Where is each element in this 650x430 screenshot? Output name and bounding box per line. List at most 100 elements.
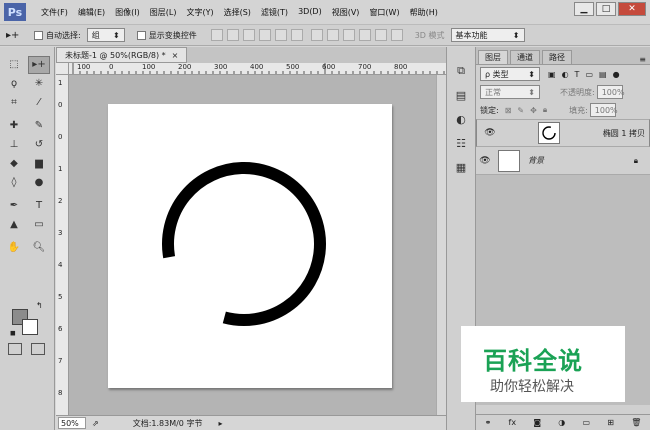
lock-pixels-icon[interactable]: ✎ [517, 106, 524, 115]
menu-view[interactable]: 视图(V) [327, 7, 365, 18]
zoom-field[interactable]: 50% [58, 417, 86, 429]
ruler-corner[interactable] [56, 63, 69, 75]
auto-select-checkbox[interactable] [34, 30, 43, 40]
type-tool-icon[interactable]: T [28, 197, 50, 215]
export-icon[interactable]: ⇗ [92, 419, 99, 428]
lock-position-icon[interactable]: ✥ [530, 106, 537, 115]
filter-shape-icon[interactable]: ▭ [585, 70, 593, 79]
menu-filter[interactable]: 滤镜(T) [256, 7, 293, 18]
align-hcenter-icon[interactable] [274, 29, 287, 41]
auto-select-checkbox-group[interactable]: 自动选择: [34, 30, 81, 41]
menu-file[interactable]: 文件(F) [36, 7, 73, 18]
adjustment-icon[interactable]: ◑ [558, 418, 565, 427]
tab-paths[interactable]: 路径 [542, 50, 572, 64]
layer-thumbnail[interactable] [498, 149, 520, 172]
eye-icon[interactable]: 👁︎ [481, 128, 499, 138]
menu-image[interactable]: 图像(I) [110, 7, 145, 18]
lasso-tool-icon[interactable]: ϙ [3, 75, 25, 93]
ruler-horizontal[interactable]: 100 0 100 200 300 400 500 600 700 800 [69, 63, 446, 75]
crop-tool-icon[interactable]: ⌗ [3, 94, 25, 112]
link-icon[interactable]: ⚭ [485, 418, 492, 427]
eraser-tool-icon[interactable]: ◆ [3, 155, 25, 173]
align-vcenter-icon[interactable] [226, 29, 239, 41]
vertical-scrollbar[interactable] [436, 75, 446, 415]
menu-edit[interactable]: 编辑(E) [73, 7, 110, 18]
filter-pixel-icon[interactable]: ▣ [548, 70, 556, 79]
ellipse-ring-path[interactable] [162, 162, 326, 326]
mask-icon[interactable]: ◙ [533, 418, 541, 427]
align-top-icon[interactable] [210, 29, 223, 41]
rectangle-tool-icon[interactable]: ▭ [28, 216, 50, 234]
brush-tool-icon[interactable]: ✎ [28, 117, 50, 135]
menu-type[interactable]: 文字(Y) [181, 7, 218, 18]
distribute-bottom-icon[interactable] [342, 29, 355, 41]
menu-window[interactable]: 窗口(W) [364, 7, 404, 18]
distribute-left-icon[interactable] [358, 29, 371, 41]
layer-row[interactable]: 👁︎ 背景 🔒︎ [476, 147, 650, 175]
filter-adjustment-icon[interactable]: ◐ [562, 70, 569, 79]
tab-channels[interactable]: 通道 [510, 50, 540, 64]
canvas-workspace[interactable] [69, 75, 436, 415]
lock-transparent-icon[interactable]: ⊠ [505, 106, 512, 115]
folder-icon[interactable]: ▭ [583, 418, 591, 427]
menu-select[interactable]: 选择(S) [219, 7, 256, 18]
eyedropper-tool-icon[interactable]: ⁄ [28, 94, 50, 112]
close-button[interactable]: ✕ [618, 2, 646, 16]
layer-row[interactable]: 👁︎ 椭圆 1 拷贝 [476, 119, 650, 147]
distribute-top-icon[interactable] [310, 29, 323, 41]
align-right-icon[interactable] [290, 29, 303, 41]
filter-toggle-icon[interactable]: ● [613, 70, 620, 79]
minimize-button[interactable]: ▁ [574, 2, 594, 16]
move-tool-preset-icon[interactable]: ▸+ [6, 30, 28, 41]
show-transform-group[interactable]: 显示变换控件 [136, 30, 197, 41]
new-layer-icon[interactable]: ⊞ [607, 418, 614, 427]
filter-type-icon[interactable]: T [575, 70, 580, 79]
clone-stamp-tool-icon[interactable]: ⊥ [3, 136, 25, 154]
styles-icon[interactable]: ▦ [450, 157, 472, 177]
pen-tool-icon[interactable]: ✒ [3, 197, 25, 215]
history-icon[interactable]: ⧉ [450, 61, 472, 81]
status-arrow-icon[interactable]: ▸ [218, 419, 222, 428]
filter-smart-icon[interactable]: ▤ [599, 70, 607, 79]
default-colors-icon[interactable]: ◼ [10, 329, 16, 337]
distribute-hcenter-icon[interactable] [374, 29, 387, 41]
eye-icon[interactable]: 👁︎ [476, 156, 494, 166]
marquee-tool-icon[interactable]: ⬚ [3, 56, 25, 74]
hand-tool-icon[interactable]: ✋ [3, 239, 25, 257]
move-tool-icon[interactable]: ▸+ [28, 55, 50, 74]
menu-help[interactable]: 帮助(H) [405, 7, 443, 18]
distribute-right-icon[interactable] [390, 29, 403, 41]
swatches-icon[interactable]: ☷ [450, 133, 472, 153]
lock-all-icon[interactable]: 🔒︎ [543, 105, 547, 115]
magic-wand-tool-icon[interactable]: ✳ [28, 75, 50, 93]
workspace-dropdown[interactable]: 基本功能 ⬍ [450, 28, 525, 42]
blur-tool-icon[interactable]: ◊ [3, 174, 25, 192]
layer-thumbnail[interactable] [537, 122, 560, 144]
menu-3d[interactable]: 3D(D) [293, 7, 327, 18]
align-bottom-icon[interactable] [242, 29, 255, 41]
adjustments-icon[interactable]: ◐ [450, 109, 472, 129]
ruler-vertical[interactable]: 1 0 0 1 2 3 4 5 6 7 8 [56, 75, 69, 415]
panel-menu-icon[interactable]: ≡ [639, 55, 646, 64]
close-icon[interactable]: × [172, 51, 179, 60]
gradient-tool-icon[interactable]: ▆ [28, 155, 50, 173]
path-selection-tool-icon[interactable]: ▲ [3, 216, 25, 234]
properties-icon[interactable]: ▤ [450, 85, 472, 105]
align-left-icon[interactable] [258, 29, 271, 41]
healing-brush-tool-icon[interactable]: ✚ [3, 117, 25, 135]
trash-icon[interactable]: 🗑︎ [631, 418, 641, 427]
quick-mask-icon[interactable] [8, 343, 22, 355]
blend-mode-dropdown[interactable]: 正常 ⬍ [480, 85, 540, 99]
swap-colors-icon[interactable]: ↰ [36, 301, 43, 310]
restore-button[interactable]: □ [596, 2, 616, 16]
fx-icon[interactable]: fx [509, 418, 517, 427]
fill-field[interactable]: 100% [589, 103, 618, 117]
dodge-tool-icon[interactable]: ● [28, 174, 50, 192]
document-canvas[interactable] [108, 104, 392, 388]
show-transform-checkbox[interactable] [136, 30, 146, 40]
distribute-vcenter-icon[interactable] [326, 29, 339, 41]
zoom-tool-icon[interactable]: 🔍︎ [28, 239, 50, 257]
menu-layer[interactable]: 图层(L) [145, 7, 182, 18]
background-color-swatch[interactable] [22, 319, 38, 335]
screen-mode-icon[interactable] [31, 343, 45, 355]
